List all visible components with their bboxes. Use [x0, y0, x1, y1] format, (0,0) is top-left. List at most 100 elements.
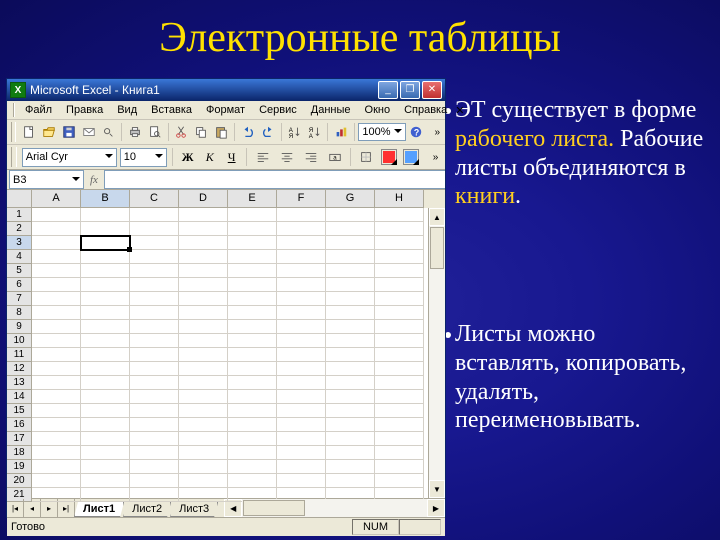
preview-icon[interactable] [146, 121, 164, 143]
cell[interactable] [130, 446, 179, 460]
cell[interactable] [326, 460, 375, 474]
cell[interactable] [81, 264, 130, 278]
fill-color-button[interactable] [380, 147, 399, 167]
italic-button[interactable]: К [200, 147, 219, 167]
cell[interactable] [81, 306, 130, 320]
cell[interactable] [130, 250, 179, 264]
help-icon[interactable]: ? [408, 121, 426, 143]
toolbar-grip[interactable] [11, 147, 17, 167]
cell[interactable] [179, 460, 228, 474]
cell[interactable] [32, 236, 81, 250]
toolbar-overflow-icon[interactable]: » [427, 121, 445, 143]
cell[interactable] [375, 432, 424, 446]
column-header[interactable]: E [228, 190, 277, 208]
cell[interactable] [179, 432, 228, 446]
copy-icon[interactable] [192, 121, 210, 143]
cell[interactable] [179, 306, 228, 320]
cell[interactable] [326, 376, 375, 390]
cell[interactable] [375, 208, 424, 222]
column-header[interactable]: A [32, 190, 81, 208]
horizontal-scrollbar[interactable]: ◀ ▶ [224, 499, 445, 517]
cell[interactable] [81, 208, 130, 222]
cut-icon[interactable] [173, 121, 191, 143]
cell[interactable] [81, 376, 130, 390]
cell[interactable] [277, 306, 326, 320]
underline-button[interactable]: Ч [222, 147, 241, 167]
cell[interactable] [32, 292, 81, 306]
cell[interactable] [277, 432, 326, 446]
doc-close-icon[interactable]: ✕ [455, 103, 464, 117]
maximize-button[interactable]: ❐ [400, 81, 420, 99]
cell[interactable] [228, 432, 277, 446]
cell[interactable] [277, 404, 326, 418]
cell[interactable] [375, 320, 424, 334]
row-header[interactable]: 20 [7, 474, 32, 488]
sheet-tab[interactable]: Лист1 [74, 502, 124, 517]
cell[interactable] [32, 250, 81, 264]
formula-input[interactable] [104, 170, 445, 189]
cell[interactable] [228, 236, 277, 250]
tab-nav-first-icon[interactable]: |◂ [7, 499, 24, 517]
fx-icon[interactable]: fx [90, 174, 98, 186]
cell[interactable] [375, 390, 424, 404]
cell[interactable] [326, 362, 375, 376]
menu-window[interactable]: Окно [359, 103, 397, 117]
cell[interactable] [179, 334, 228, 348]
cell[interactable] [179, 362, 228, 376]
select-all-corner[interactable] [7, 190, 32, 208]
cell[interactable] [277, 208, 326, 222]
chart-icon[interactable] [332, 121, 350, 143]
cell[interactable] [32, 404, 81, 418]
menu-insert[interactable]: Вставка [145, 103, 198, 117]
cell[interactable] [326, 348, 375, 362]
cell[interactable] [375, 306, 424, 320]
font-color-button[interactable] [402, 147, 421, 167]
cell[interactable] [81, 418, 130, 432]
cell[interactable] [277, 278, 326, 292]
open-icon[interactable] [40, 121, 58, 143]
cell[interactable] [277, 348, 326, 362]
cell[interactable] [277, 264, 326, 278]
cell[interactable] [228, 404, 277, 418]
cell[interactable] [277, 222, 326, 236]
row-header[interactable]: 19 [7, 460, 32, 474]
row-header[interactable]: 5 [7, 264, 32, 278]
cell[interactable] [32, 474, 81, 488]
cell[interactable] [81, 488, 130, 502]
cell[interactable] [179, 236, 228, 250]
cell[interactable] [130, 334, 179, 348]
toolbar-grip[interactable] [13, 103, 15, 117]
cell[interactable] [179, 264, 228, 278]
cell[interactable] [228, 264, 277, 278]
print-icon[interactable] [126, 121, 144, 143]
cell[interactable] [326, 250, 375, 264]
cell[interactable] [130, 236, 179, 250]
cell[interactable] [228, 390, 277, 404]
cell[interactable] [81, 474, 130, 488]
sort-asc-icon[interactable]: AЯ [285, 121, 303, 143]
cell[interactable] [228, 474, 277, 488]
cell[interactable] [375, 362, 424, 376]
cell[interactable] [130, 222, 179, 236]
cell[interactable] [81, 292, 130, 306]
save-icon[interactable] [60, 121, 78, 143]
menu-format[interactable]: Формат [200, 103, 251, 117]
cell[interactable] [375, 348, 424, 362]
redo-icon[interactable] [259, 121, 277, 143]
cell[interactable] [375, 334, 424, 348]
cell[interactable] [179, 390, 228, 404]
search-icon[interactable] [99, 121, 117, 143]
column-header[interactable]: H [375, 190, 424, 208]
cell[interactable] [179, 474, 228, 488]
row-header[interactable]: 14 [7, 390, 32, 404]
cell[interactable] [32, 264, 81, 278]
cell[interactable] [130, 264, 179, 278]
cell[interactable] [179, 278, 228, 292]
row-header[interactable]: 4 [7, 250, 32, 264]
cell[interactable] [277, 446, 326, 460]
row-header[interactable]: 2 [7, 222, 32, 236]
cell[interactable] [375, 474, 424, 488]
row-header[interactable]: 9 [7, 320, 32, 334]
cell[interactable] [179, 488, 228, 502]
cell[interactable] [130, 432, 179, 446]
